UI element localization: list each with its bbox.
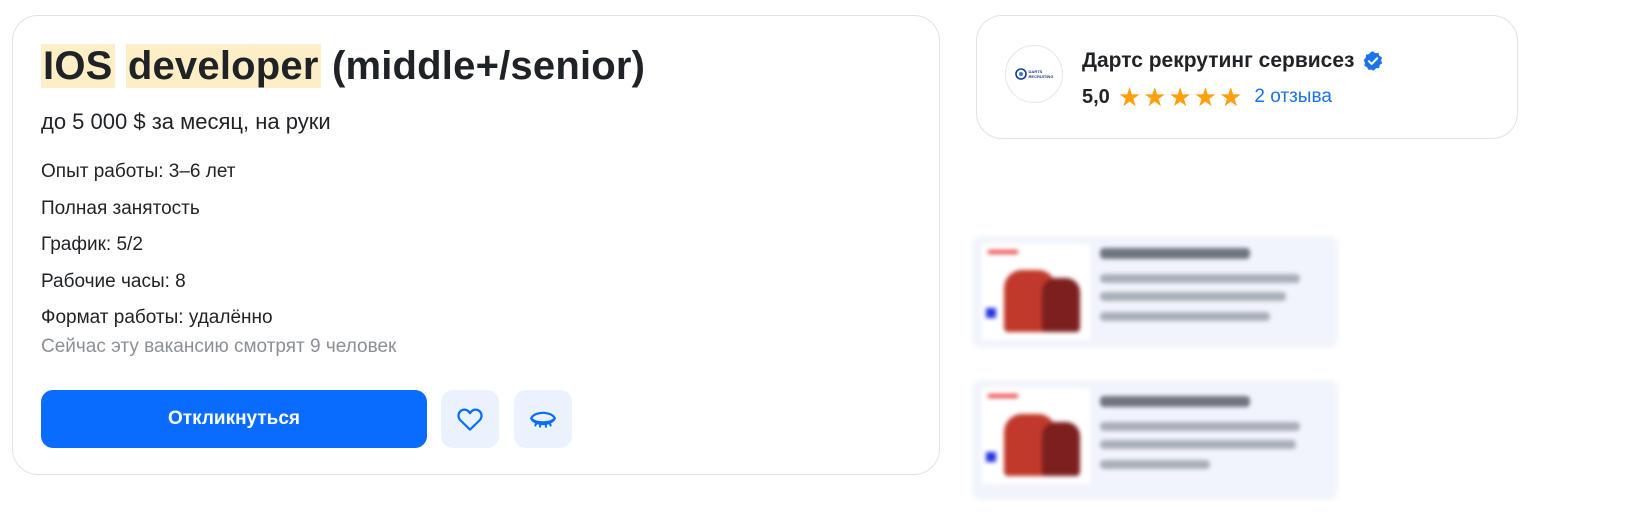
logo-wordmark: DARTS RECRUITING bbox=[1029, 69, 1054, 79]
star-icon: ★ bbox=[1168, 82, 1192, 112]
title-level: (middle+/senior) bbox=[331, 44, 646, 88]
employer-card: DARTS RECRUITING Дартс рекрутинг сервисе… bbox=[976, 15, 1518, 139]
fact-employment: Полная занятость bbox=[41, 197, 200, 219]
ad-image bbox=[982, 244, 1090, 340]
verified-badge-icon bbox=[1364, 51, 1383, 71]
star-icon: ★ bbox=[1143, 82, 1167, 112]
fact-work-format: Формат работы: удалённо bbox=[41, 307, 273, 328]
hide-vacancy-button[interactable] bbox=[514, 390, 572, 448]
vacancy-card: IOS developer (middle+/senior) до 5 000 … bbox=[12, 15, 940, 475]
ad-image bbox=[982, 388, 1090, 484]
logo-symbol-icon bbox=[1014, 68, 1027, 80]
salary: до 5 000 $ за месяц, на руки bbox=[41, 109, 331, 134]
star-icon: ★ bbox=[1219, 82, 1243, 112]
eye-closed-icon bbox=[530, 411, 556, 428]
title-highlight-developer: developer bbox=[125, 44, 321, 88]
rating-stars: ★ ★ ★ ★ ★ bbox=[1118, 84, 1243, 110]
apply-button[interactable]: Откликнуться bbox=[41, 390, 427, 448]
fact-schedule: График: 5/2 bbox=[41, 234, 143, 255]
company-name-row: Дартс рекрутинг сервисез bbox=[1082, 47, 1384, 75]
blurred-ad-2[interactable] bbox=[972, 380, 1338, 500]
blurred-ad-1[interactable] bbox=[972, 236, 1338, 348]
vacancy-title: IOS developer (middle+/senior) bbox=[41, 40, 645, 92]
favorite-button[interactable] bbox=[441, 390, 499, 448]
company-name[interactable]: Дартс рекрутинг сервисез bbox=[1082, 47, 1354, 75]
star-icon: ★ bbox=[1117, 82, 1142, 112]
rating-row: 5,0 ★ ★ ★ ★ ★ 2 отзыва bbox=[1082, 82, 1332, 112]
star-icon: ★ bbox=[1193, 82, 1218, 112]
viewers-count: Сейчас эту вакансию смотрят 9 человек bbox=[41, 336, 397, 357]
fact-experience: Опыт работы: 3–6 лет bbox=[41, 161, 236, 182]
heart-icon bbox=[457, 408, 483, 431]
vacancy-facts: Опыт работы: 3–6 лет Полная занятость Гр… bbox=[41, 154, 273, 337]
logo-text-line2: RECRUITING bbox=[1028, 74, 1054, 79]
company-logo-mark: DARTS RECRUITING bbox=[1014, 68, 1054, 80]
fact-hours: Рабочие часы: 8 bbox=[41, 270, 186, 292]
company-logo[interactable]: DARTS RECRUITING bbox=[1005, 45, 1063, 103]
title-highlight-ios: IOS bbox=[41, 44, 115, 88]
reviews-link[interactable]: 2 отзыва bbox=[1254, 86, 1332, 108]
rating-value: 5,0 bbox=[1082, 85, 1110, 108]
